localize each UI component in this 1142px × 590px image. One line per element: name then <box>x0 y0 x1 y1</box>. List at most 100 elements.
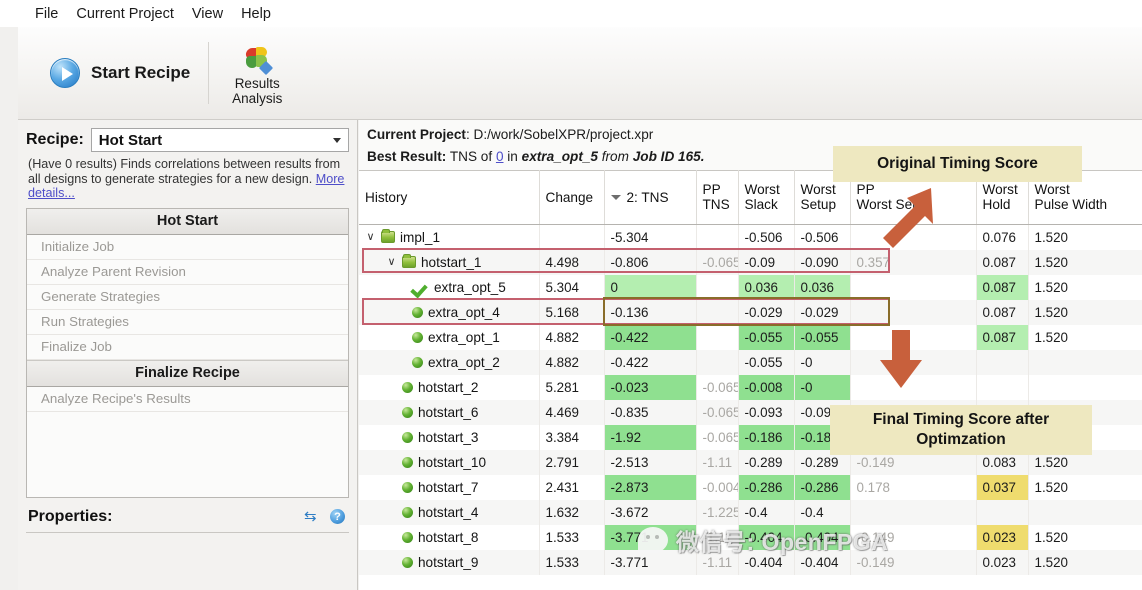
recipe-selector-row: Recipe: Hot Start <box>26 128 349 152</box>
row-name-label: hotstart_9 <box>418 555 478 570</box>
best-result-from: from <box>602 149 629 164</box>
row-name-cell[interactable]: hotstart_2 <box>359 375 539 400</box>
column-history[interactable]: History <box>359 171 539 225</box>
table-row[interactable]: ∨hotstart_14.498-0.806-0.065-0.09-0.0900… <box>359 250 1142 275</box>
current-project-colon: : <box>466 127 474 142</box>
menu-item-file[interactable]: File <box>26 4 67 24</box>
cell-tns: -2.873 <box>604 475 696 500</box>
arrow-down-icon <box>878 330 924 390</box>
step-initialize-job[interactable]: Initialize Job <box>27 235 348 260</box>
cell-worst-hold: 0.076 <box>976 225 1028 250</box>
table-row[interactable]: hotstart_25.281-0.023-0.065-0.008-0 <box>359 375 1142 400</box>
table-row[interactable]: hotstart_41.632-3.672-1.225-0.4-0.4 <box>359 500 1142 525</box>
row-name-cell[interactable]: hotstart_8 <box>359 525 539 550</box>
cell-worst-setup: -0.090 <box>794 250 850 275</box>
toolbar: Start Recipe Results Analysis <box>18 27 1142 120</box>
cell-pp-worst-setup: 0.178 <box>850 475 976 500</box>
cell-worst-slack: -0.055 <box>738 325 794 350</box>
folder-icon <box>402 256 416 268</box>
cell-tns: -3.771 <box>604 525 696 550</box>
cell-worst-pulse-width: 1.520 <box>1028 475 1142 500</box>
dot-icon <box>402 432 413 443</box>
table-row[interactable]: hotstart_81.533-3.771-1.11-0.404-0.404-0… <box>359 525 1142 550</box>
row-name-cell[interactable]: extra_opt_5 <box>359 275 539 300</box>
help-icon[interactable]: ? <box>330 509 345 524</box>
recipe-dropdown[interactable]: Hot Start <box>91 128 349 152</box>
menu-item-current-project[interactable]: Current Project <box>67 4 183 24</box>
column-worst-slack[interactable]: Worst Slack <box>738 171 794 225</box>
properties-header: Properties: ⇆ ? <box>26 508 349 526</box>
group-header-finalize-recipe: Finalize Recipe <box>27 360 348 387</box>
cell-worst-hold <box>976 375 1028 400</box>
cell-tns: -3.771 <box>604 550 696 575</box>
chevron-down-icon[interactable]: ∨ <box>386 257 397 268</box>
start-recipe-button[interactable]: Start Recipe <box>38 52 206 94</box>
cell-pp-tns: -1.11 <box>696 450 738 475</box>
row-name-cell[interactable]: hotstart_3 <box>359 425 539 450</box>
table-row[interactable]: extra_opt_55.30400.0360.0360.0871.520 <box>359 275 1142 300</box>
table-row[interactable]: hotstart_91.533-3.771-1.11-0.404-0.404-0… <box>359 550 1142 575</box>
cell-worst-slack: -0.186 <box>738 425 794 450</box>
best-result-tns-link[interactable]: 0 <box>496 149 504 164</box>
recipe-sidebar: Recipe: Hot Start (Have 0 results) Finds… <box>18 120 358 590</box>
table-row[interactable]: hotstart_72.431-2.873-0.004-0.286-0.2860… <box>359 475 1142 500</box>
recipe-label: Recipe: <box>26 131 84 149</box>
dot-icon <box>402 532 413 543</box>
sort-descending-icon <box>611 195 621 200</box>
table-body: ∨impl_1-5.304-0.506-0.5060.0761.520∨hots… <box>359 225 1142 575</box>
current-project-label: Current Project <box>367 127 466 142</box>
step-generate-strategies[interactable]: Generate Strategies <box>27 285 348 310</box>
step-analyze-recipes-results[interactable]: Analyze Recipe's Results <box>27 387 348 412</box>
dot-icon <box>402 557 413 568</box>
cell-change: 1.533 <box>539 550 604 575</box>
table-row[interactable]: extra_opt_14.882-0.422-0.055-0.0550.0871… <box>359 325 1142 350</box>
check-icon <box>412 280 429 294</box>
cell-worst-pulse-width: 1.520 <box>1028 225 1142 250</box>
table-row[interactable]: ∨impl_1-5.304-0.506-0.5060.0761.520 <box>359 225 1142 250</box>
row-name-label: hotstart_2 <box>418 380 478 395</box>
callout-final-timing-score: Final Timing Score after Optimzation <box>830 405 1092 455</box>
column-change[interactable]: Change <box>539 171 604 225</box>
cell-change: 5.168 <box>539 300 604 325</box>
properties-actions: ⇆ ? <box>304 509 345 524</box>
cell-change: 4.498 <box>539 250 604 275</box>
cell-tns: -0.835 <box>604 400 696 425</box>
column-tns[interactable]: 2: TNS <box>604 171 696 225</box>
best-result-label: Best Result: <box>367 149 446 164</box>
row-name-cell[interactable]: extra_opt_4 <box>359 300 539 325</box>
results-analysis-button[interactable]: Results Analysis <box>219 41 295 106</box>
cell-worst-hold: 0.037 <box>976 475 1028 500</box>
cell-worst-slack: -0.055 <box>738 350 794 375</box>
row-name-cell[interactable]: hotstart_4 <box>359 500 539 525</box>
cell-tns: 0 <box>604 275 696 300</box>
refresh-icon[interactable]: ⇆ <box>304 509 319 524</box>
cell-worst-setup: -0.404 <box>794 525 850 550</box>
table-row[interactable]: extra_opt_24.882-0.422-0.055-0 <box>359 350 1142 375</box>
cell-worst-hold: 0.087 <box>976 250 1028 275</box>
row-name-cell[interactable]: ∨hotstart_1 <box>359 250 539 275</box>
row-name-cell[interactable]: hotstart_6 <box>359 400 539 425</box>
cell-pp-tns: -1.225 <box>696 500 738 525</box>
cell-worst-setup: -0.286 <box>794 475 850 500</box>
column-pp-tns[interactable]: PP TNS <box>696 171 738 225</box>
row-name-cell[interactable]: extra_opt_2 <box>359 350 539 375</box>
row-name-cell[interactable]: hotstart_9 <box>359 550 539 575</box>
chevron-down-icon[interactable]: ∨ <box>365 232 376 243</box>
step-run-strategies[interactable]: Run Strategies <box>27 310 348 335</box>
row-name-cell[interactable]: extra_opt_1 <box>359 325 539 350</box>
results-table: History Change 2: TNS PP TNS Worst Slack… <box>359 170 1142 575</box>
row-name-cell[interactable]: hotstart_7 <box>359 475 539 500</box>
menu-item-help[interactable]: Help <box>232 4 280 24</box>
column-tns-label: 2: TNS <box>627 190 669 205</box>
row-name-cell[interactable]: ∨impl_1 <box>359 225 539 250</box>
table-row[interactable]: extra_opt_45.168-0.136-0.029-0.0290.0871… <box>359 300 1142 325</box>
row-name-cell[interactable]: hotstart_10 <box>359 450 539 475</box>
dot-icon <box>412 332 423 343</box>
cell-worst-slack: -0.09 <box>738 250 794 275</box>
toolbar-separator <box>208 42 209 104</box>
cell-worst-hold: 0.023 <box>976 550 1028 575</box>
step-analyze-parent-revision[interactable]: Analyze Parent Revision <box>27 260 348 285</box>
step-finalize-job[interactable]: Finalize Job <box>27 335 348 360</box>
menu-item-view[interactable]: View <box>183 4 232 24</box>
results-panel: Current Project: D:/work/SobelXPR/projec… <box>359 120 1142 590</box>
